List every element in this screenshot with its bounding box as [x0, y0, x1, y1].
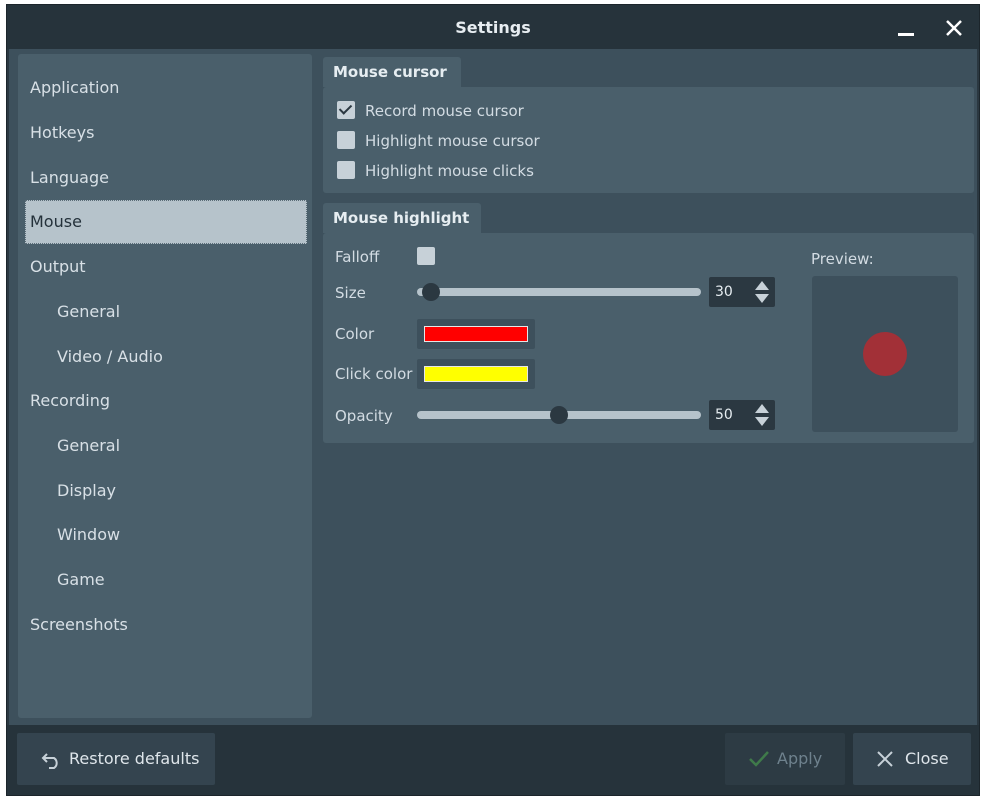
preview-area [812, 276, 958, 432]
sidebar-item-screenshots[interactable]: Screenshots [25, 603, 307, 647]
apply-button[interactable]: Apply [725, 733, 845, 785]
color-picker-button[interactable] [417, 319, 535, 349]
checkbox-box [337, 131, 355, 149]
spin-up-icon[interactable] [752, 279, 772, 292]
highlight-mouse-cursor-label: Highlight mouse cursor [365, 132, 540, 150]
sidebar-item-mouse[interactable]: Mouse [25, 200, 307, 244]
title-bar[interactable]: Settings [7, 5, 979, 49]
settings-body: Application Hotkeys Language Mouse Outpu… [9, 49, 977, 725]
size-slider-thumb[interactable] [422, 283, 441, 301]
minimize-button[interactable] [891, 13, 921, 43]
size-spinbox[interactable]: 30 [709, 277, 775, 307]
close-icon [946, 20, 962, 36]
sidebar-item-application[interactable]: Application [25, 66, 307, 110]
opacity-slider-thumb[interactable] [550, 406, 568, 424]
close-button[interactable]: Close [853, 733, 971, 785]
opacity-label: Opacity [335, 407, 393, 425]
opacity-value: 50 [715, 407, 733, 423]
mouse-cursor-group-title: Mouse cursor [323, 57, 461, 87]
spin-up-icon[interactable] [752, 402, 772, 415]
sidebar-item-recording-general[interactable]: General [52, 424, 307, 468]
mouse-highlight-group-title: Mouse highlight [323, 203, 481, 233]
size-label: Size [335, 284, 366, 302]
close-label: Close [905, 749, 949, 768]
click-color-label: Click color [335, 365, 413, 383]
color-swatch [424, 326, 528, 342]
checkbox-box [337, 101, 355, 119]
checkmark-icon [749, 751, 769, 767]
restore-defaults-button[interactable]: Restore defaults [17, 733, 215, 785]
sidebar-item-output-general[interactable]: General [52, 290, 307, 334]
close-icon [877, 751, 893, 767]
apply-label: Apply [777, 749, 823, 768]
record-mouse-cursor-label: Record mouse cursor [365, 102, 524, 120]
falloff-checkbox[interactable] [417, 247, 435, 265]
sidebar-item-recording[interactable]: Recording [25, 379, 307, 423]
spin-down-icon[interactable] [752, 292, 772, 305]
restore-defaults-label: Restore defaults [69, 749, 200, 768]
mouse-cursor-group: Record mouse cursor Highlight mouse curs… [323, 87, 974, 193]
window-title: Settings [455, 18, 531, 37]
sidebar-item-game[interactable]: Game [52, 558, 307, 602]
falloff-label: Falloff [335, 248, 380, 266]
sidebar-item-display[interactable]: Display [52, 469, 307, 513]
close-window-button[interactable] [939, 13, 969, 43]
spin-down-icon[interactable] [752, 415, 772, 428]
dialog-footer: Restore defaults Apply Close [7, 725, 979, 795]
sidebar-item-output[interactable]: Output [25, 245, 307, 289]
highlight-mouse-clicks-label: Highlight mouse clicks [365, 162, 534, 180]
sidebar-item-hotkeys[interactable]: Hotkeys [25, 111, 307, 155]
undo-icon [41, 753, 58, 769]
preview-highlight-dot [863, 332, 907, 376]
preview-label: Preview: [811, 250, 874, 268]
color-label: Color [335, 325, 375, 343]
opacity-spinbox[interactable]: 50 [709, 400, 775, 430]
sidebar-item-window[interactable]: Window [52, 513, 307, 557]
sidebar-item-video-audio[interactable]: Video / Audio [52, 335, 307, 379]
opacity-slider[interactable] [417, 406, 701, 424]
click-color-picker-button[interactable] [417, 359, 535, 389]
mouse-highlight-group: Falloff Size 30 Color Click color Opacit… [323, 233, 974, 443]
click-color-swatch [424, 366, 528, 382]
minimize-icon [898, 33, 914, 36]
size-slider[interactable] [417, 283, 701, 301]
checkbox-box [337, 161, 355, 179]
settings-window: Settings Application Hotkeys Language Mo… [6, 4, 980, 796]
sidebar-item-language[interactable]: Language [25, 156, 307, 200]
size-value: 30 [715, 284, 733, 300]
settings-sidebar: Application Hotkeys Language Mouse Outpu… [18, 54, 312, 718]
